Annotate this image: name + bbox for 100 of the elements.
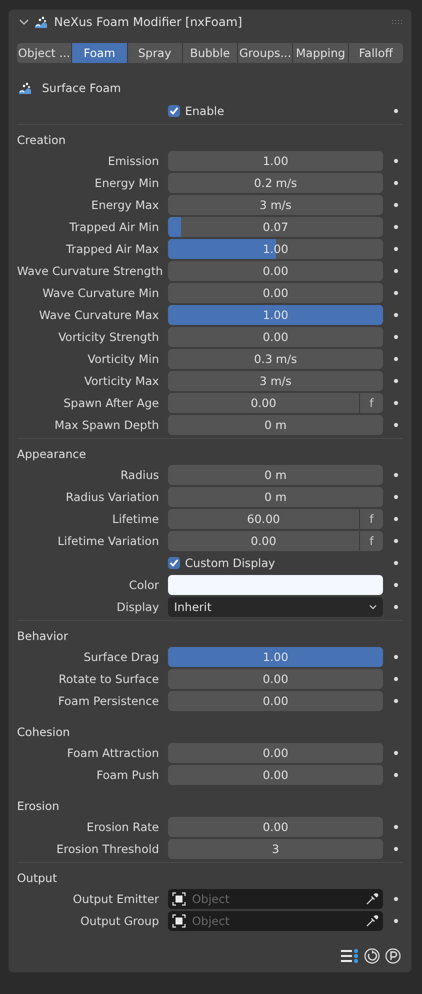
- dot-icon[interactable]: [394, 561, 398, 565]
- number-field[interactable]: 0.00: [168, 743, 383, 763]
- frame-button[interactable]: f: [360, 531, 383, 551]
- section-heading: Erosion: [17, 798, 60, 815]
- number-field[interactable]: 0.00: [168, 261, 383, 281]
- subpanel-title: Surface Foam: [42, 81, 121, 95]
- dot-icon[interactable]: [394, 919, 398, 923]
- field-label: Erosion Threshold: [55, 842, 159, 856]
- dot-icon[interactable]: [394, 517, 398, 521]
- dot-icon[interactable]: [394, 357, 398, 361]
- object-input[interactable]: Object: [186, 892, 365, 906]
- eyedropper-icon[interactable]: [365, 892, 379, 906]
- dropdown[interactable]: Inherit: [168, 597, 383, 617]
- tab[interactable]: Falloff: [348, 43, 403, 63]
- dot-icon[interactable]: [394, 401, 398, 405]
- dot-icon[interactable]: [394, 825, 398, 829]
- object-field[interactable]: Object: [168, 911, 383, 931]
- panel-title: NeXus Foam Modifier [nxFoam]: [54, 15, 242, 29]
- object-icon: [172, 914, 186, 928]
- color-swatch[interactable]: [168, 575, 383, 595]
- field-label: Foam Push: [96, 768, 159, 782]
- checkbox-label: Custom Display: [185, 556, 276, 570]
- dot-icon[interactable]: [394, 847, 398, 851]
- section-heading: Creation: [17, 132, 67, 149]
- eyedropper-icon[interactable]: [365, 914, 379, 928]
- checkbox[interactable]: [168, 105, 180, 117]
- object-input[interactable]: Object: [186, 914, 365, 928]
- dot-icon[interactable]: [394, 583, 398, 587]
- field-label: Erosion Rate: [86, 820, 159, 834]
- number-field[interactable]: 0.00: [168, 531, 359, 551]
- dot-icon[interactable]: [394, 605, 398, 609]
- dot-icon[interactable]: [394, 335, 398, 339]
- dot-icon[interactable]: [394, 751, 398, 755]
- dot-icon[interactable]: [394, 655, 398, 659]
- frame-button[interactable]: f: [360, 509, 383, 529]
- list-icon[interactable]: [341, 948, 359, 964]
- number-field[interactable]: 3 m/s: [168, 371, 383, 391]
- dot-icon[interactable]: [394, 313, 398, 317]
- field-label: Lifetime: [111, 512, 159, 526]
- number-field[interactable]: 0.00: [168, 327, 383, 347]
- dot-icon[interactable]: [394, 247, 398, 251]
- number-field[interactable]: 1.00: [168, 151, 383, 171]
- dot-icon[interactable]: [394, 539, 398, 543]
- number-field[interactable]: 0.00: [168, 669, 383, 689]
- dot-icon[interactable]: [394, 897, 398, 901]
- dot-icon[interactable]: [394, 379, 398, 383]
- number-field[interactable]: 3 m/s: [168, 195, 383, 215]
- number-field[interactable]: 0.00: [168, 817, 383, 837]
- dot-icon[interactable]: [394, 159, 398, 163]
- dot-icon[interactable]: [394, 423, 398, 427]
- tab[interactable]: Bubble: [182, 43, 238, 63]
- tab[interactable]: Groups...: [238, 43, 294, 63]
- dot-icon[interactable]: [394, 203, 398, 207]
- section-heading: Cohesion: [17, 724, 71, 741]
- number-field[interactable]: 0 m: [168, 487, 383, 507]
- number-field[interactable]: 0 m: [168, 415, 383, 435]
- number-field[interactable]: 0.00: [168, 393, 359, 413]
- dot-icon[interactable]: [394, 473, 398, 477]
- field-label: Display: [116, 600, 159, 614]
- tab[interactable]: Mapping: [293, 43, 349, 63]
- foam-icon: [35, 16, 47, 28]
- dot-icon[interactable]: [394, 495, 398, 499]
- dot-icon[interactable]: [394, 773, 398, 777]
- chevron-icon[interactable]: [19, 17, 29, 27]
- number-field[interactable]: 0 m: [168, 465, 383, 485]
- field-label: Wave Curvature Min: [41, 286, 159, 300]
- dot-icon[interactable]: [394, 181, 398, 185]
- tab[interactable]: Object ...: [17, 43, 72, 63]
- dot-icon[interactable]: [394, 109, 398, 113]
- field-label: Radius Variation: [64, 490, 159, 504]
- foam-icon: [19, 82, 33, 94]
- dot-icon[interactable]: [394, 225, 398, 229]
- checkbox[interactable]: [168, 557, 180, 569]
- field-label: Foam Attraction: [66, 746, 159, 760]
- dot-icon[interactable]: [394, 677, 398, 681]
- field-label: Trapped Air Max: [65, 242, 159, 256]
- number-field[interactable]: 60.00: [168, 509, 359, 529]
- field-label: Wave Curvature Max: [38, 308, 159, 322]
- number-field[interactable]: 0.2 m/s: [168, 173, 383, 193]
- field-label: Output Emitter: [72, 892, 159, 906]
- number-field[interactable]: 3: [168, 839, 383, 859]
- slider-field[interactable]: 0.07: [168, 217, 383, 237]
- number-field[interactable]: 0.3 m/s: [168, 349, 383, 369]
- field-label: Energy Max: [90, 198, 159, 212]
- tab[interactable]: Spray: [128, 43, 183, 63]
- dot-icon[interactable]: [394, 699, 398, 703]
- dot-icon[interactable]: [394, 291, 398, 295]
- caret-icon: [369, 604, 377, 610]
- slider-field[interactable]: 1.00: [168, 647, 383, 667]
- frame-button[interactable]: f: [360, 393, 383, 413]
- dot-icon[interactable]: [394, 269, 398, 273]
- field-label: Vorticity Max: [83, 374, 159, 388]
- tab[interactable]: Foam: [72, 43, 128, 63]
- slider-field[interactable]: 1.00: [168, 305, 383, 325]
- object-field[interactable]: Object: [168, 889, 383, 909]
- number-field[interactable]: 0.00: [168, 765, 383, 785]
- checkbox-label: Enable: [185, 104, 224, 118]
- number-field[interactable]: 0.00: [168, 283, 383, 303]
- number-field[interactable]: 0.00: [168, 691, 383, 711]
- section-heading: Behavior: [17, 628, 70, 645]
